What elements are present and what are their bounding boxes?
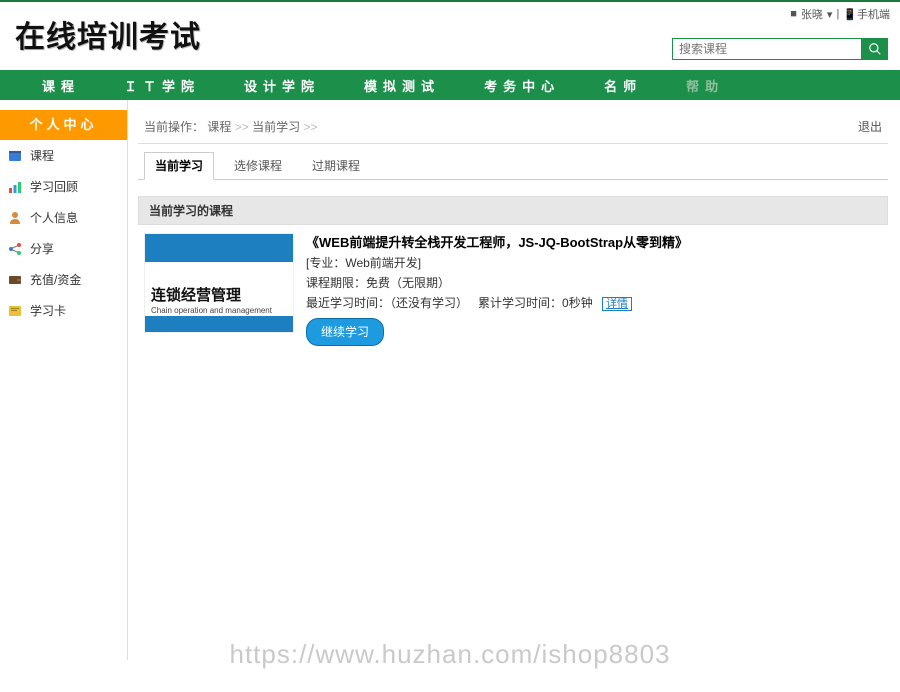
search-icon	[868, 42, 882, 56]
course-row: 连锁经营管理 Chain operation and management 《W…	[138, 225, 888, 354]
search-input[interactable]	[672, 38, 862, 60]
sidebar-item-study-card[interactable]: 学习卡	[0, 295, 127, 326]
main-nav: 课程 ＩＴ学院 设计学院 模拟测试 考务中心 名师 帮助	[0, 70, 900, 100]
sidebar-header: 个人中心	[0, 110, 127, 140]
course-time-row: 最近学习时间：（还没有学习） 累计学习时间：0秒钟 详情	[306, 293, 882, 314]
nav-design-academy[interactable]: 设计学院	[222, 76, 342, 95]
nav-help[interactable]: 帮助	[664, 76, 746, 95]
sidebar-item-profile[interactable]: 个人信息	[0, 202, 127, 233]
bar-chart-icon	[8, 180, 22, 194]
thumb-bottom-bar	[145, 316, 293, 332]
search-button[interactable]	[862, 38, 888, 60]
sidebar-item-label: 课程	[30, 147, 54, 164]
sidebar-item-label: 学习回顾	[30, 178, 78, 195]
card-icon	[8, 304, 22, 318]
sidebar: 个人中心 课程 学习回顾 个人信息 分享	[0, 100, 128, 660]
thumb-title: 连锁经营管理	[151, 284, 241, 305]
header: 在线培训考试	[0, 2, 900, 70]
sidebar-item-label: 充值/资金	[30, 271, 81, 288]
wallet-icon	[8, 273, 22, 287]
sidebar-item-courses[interactable]: 课程	[0, 140, 127, 171]
breadcrumb-separator: >>	[303, 120, 317, 134]
course-title: 《WEB前端提升转全栈开发工程师，JS-JQ-BootStrap从零到精》	[306, 233, 882, 253]
course-detail-link[interactable]: 详情	[602, 297, 632, 311]
thumb-top-bar	[145, 234, 293, 262]
share-icon	[8, 242, 22, 256]
thumb-subtitle: Chain operation and management	[151, 306, 272, 315]
breadcrumb-prefix: 当前操作：	[144, 120, 204, 134]
breadcrumb-courses[interactable]: 课程	[207, 120, 231, 134]
tabs: 当前学习 选修课程 过期课程	[138, 144, 888, 180]
continue-study-button[interactable]: 继续学习	[306, 318, 384, 346]
sidebar-item-share[interactable]: 分享	[0, 233, 127, 264]
sidebar-item-label: 分享	[30, 240, 54, 257]
course-major: [专业：Web前端开发]	[306, 253, 882, 273]
course-info: 《WEB前端提升转全栈开发工程师，JS-JQ-BootStrap从零到精》 [专…	[306, 233, 882, 346]
search-box	[672, 38, 888, 60]
nav-exam-center[interactable]: 考务中心	[462, 76, 582, 95]
book-icon	[8, 149, 22, 163]
tab-elective[interactable]: 选修课程	[224, 153, 292, 179]
layout: 个人中心 课程 学习回顾 个人信息 分享	[0, 100, 900, 660]
nav-teachers[interactable]: 名师	[582, 76, 664, 95]
course-period: 课程期限：免费（无限期）	[306, 273, 882, 293]
breadcrumb: 当前操作： 课程 >> 当前学习 >> 退出	[138, 110, 888, 144]
nav-mock-exam[interactable]: 模拟测试	[342, 76, 462, 95]
sidebar-item-label: 个人信息	[30, 209, 78, 226]
sidebar-item-label: 学习卡	[30, 302, 66, 319]
tab-current-study[interactable]: 当前学习	[144, 152, 214, 180]
logout-link[interactable]: 退出	[858, 118, 882, 135]
nav-courses[interactable]: 课程	[20, 76, 102, 95]
breadcrumb-current[interactable]: 当前学习	[252, 120, 300, 134]
breadcrumb-separator: >>	[235, 120, 249, 134]
sidebar-item-review[interactable]: 学习回顾	[0, 171, 127, 202]
sidebar-item-funds[interactable]: 充值/资金	[0, 264, 127, 295]
nav-it-academy[interactable]: ＩＴ学院	[102, 76, 222, 95]
course-last-time: 最近学习时间：（还没有学习）	[306, 296, 468, 310]
user-icon	[8, 211, 22, 225]
tab-expired[interactable]: 过期课程	[302, 153, 370, 179]
main: 当前操作： 课程 >> 当前学习 >> 退出 当前学习 选修课程 过期课程 当前…	[128, 100, 900, 354]
course-thumbnail[interactable]: 连锁经营管理 Chain operation and management	[144, 233, 294, 333]
course-total-time: 累计学习时间：0秒钟	[478, 296, 593, 310]
section-title: 当前学习的课程	[138, 196, 888, 225]
